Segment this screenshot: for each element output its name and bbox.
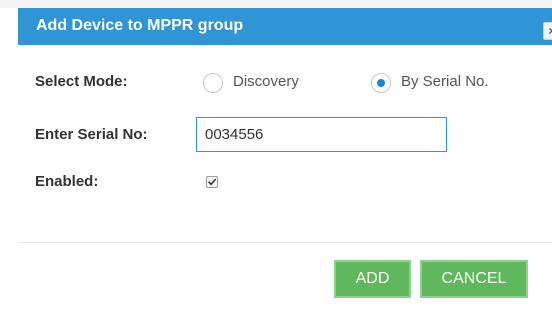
- close-icon: ×: [548, 24, 552, 38]
- background-strip: [0, 0, 552, 8]
- serial-input[interactable]: [196, 117, 447, 152]
- close-button[interactable]: ×: [543, 22, 552, 40]
- select-mode-label: Select Mode:: [35, 73, 128, 90]
- dialog-title: Add Device to MPPR group: [36, 17, 244, 34]
- serial-label: Enter Serial No:: [35, 126, 148, 143]
- radio-by-serial[interactable]: [371, 73, 391, 93]
- radio-discovery-label[interactable]: Discovery: [233, 73, 299, 91]
- radio-selected-dot: [377, 79, 385, 87]
- page: Add Device to MPPR group × Select Mode: …: [0, 0, 552, 319]
- dialog-titlebar: Add Device to MPPR group ×: [18, 8, 552, 45]
- radio-discovery[interactable]: [203, 73, 223, 93]
- footer-divider: [18, 242, 552, 243]
- enabled-label: Enabled:: [35, 173, 99, 190]
- cancel-button[interactable]: CANCEL: [420, 260, 528, 298]
- checkmark-icon: [208, 178, 216, 186]
- radio-by-serial-label[interactable]: By Serial No.: [401, 73, 489, 91]
- enabled-checkbox[interactable]: [206, 176, 218, 188]
- add-button[interactable]: ADD: [334, 260, 411, 298]
